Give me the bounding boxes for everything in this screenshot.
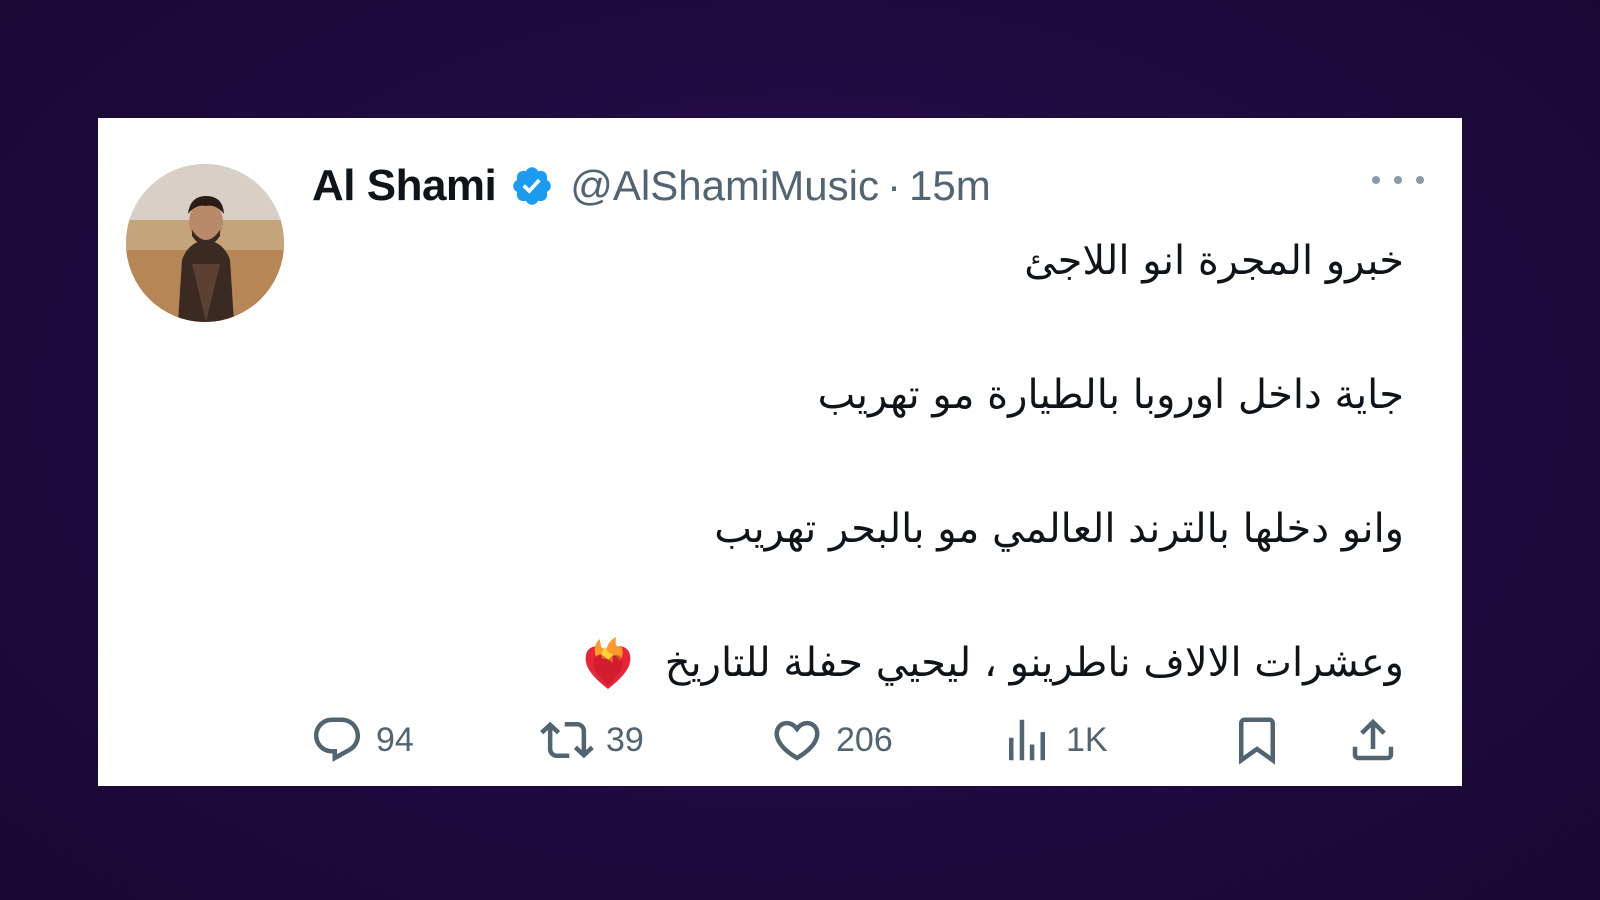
tweet-text: خبرو المجرة انو اللاجئ جاية داخل اوروبا … [404,228,1404,696]
like-button[interactable]: 206 [770,714,893,766]
reply-icon [310,713,364,767]
bookmark-button[interactable] [1230,714,1284,766]
views-button[interactable]: 1K [1000,714,1108,766]
retweet-count: 39 [606,720,644,759]
action-bar: 94 39 206 1K [310,714,1410,766]
handle[interactable]: @AlShamiMusic [570,162,879,210]
tweet-line: جاية داخل اوروبا بالطيارة مو تهريب [817,372,1404,418]
share-button[interactable] [1346,714,1400,766]
views-icon [1000,713,1054,767]
like-count: 206 [836,720,893,759]
like-icon [770,713,824,767]
share-icon [1346,713,1400,767]
retweet-button[interactable]: 39 [540,714,644,766]
avatar-photo [126,164,284,322]
timestamp[interactable]: 15m [909,162,991,210]
reply-count: 94 [376,720,414,759]
tweet-line: وانو دخلها بالترند العالمي مو بالبحر تهر… [714,506,1404,552]
tweet-card[interactable]: Al Shami @AlShamiMusic · 15m خبرو المجرة… [98,118,1462,786]
more-icon[interactable] [1372,170,1424,190]
avatar[interactable] [126,164,284,322]
tweet-line: وعشرات الالاف ناطرينو ، ليحيي حفلة للتار… [664,640,1404,686]
heart-on-fire-icon [578,635,638,695]
reply-button[interactable]: 94 [310,714,414,766]
separator-dot: · [887,162,901,209]
retweet-icon [540,713,594,767]
views-count: 1K [1066,720,1108,759]
verified-badge-icon [510,164,554,208]
tweet-line: خبرو المجرة انو اللاجئ [1024,238,1404,284]
display-name[interactable]: Al Shami [312,161,497,211]
tweet-line-with-emoji: وعشرات الالاف ناطرينو ، ليحيي حفلة للتار… [404,630,1404,696]
tweet-header: Al Shami @AlShamiMusic · 15m [312,161,991,211]
bookmark-icon [1230,713,1284,767]
